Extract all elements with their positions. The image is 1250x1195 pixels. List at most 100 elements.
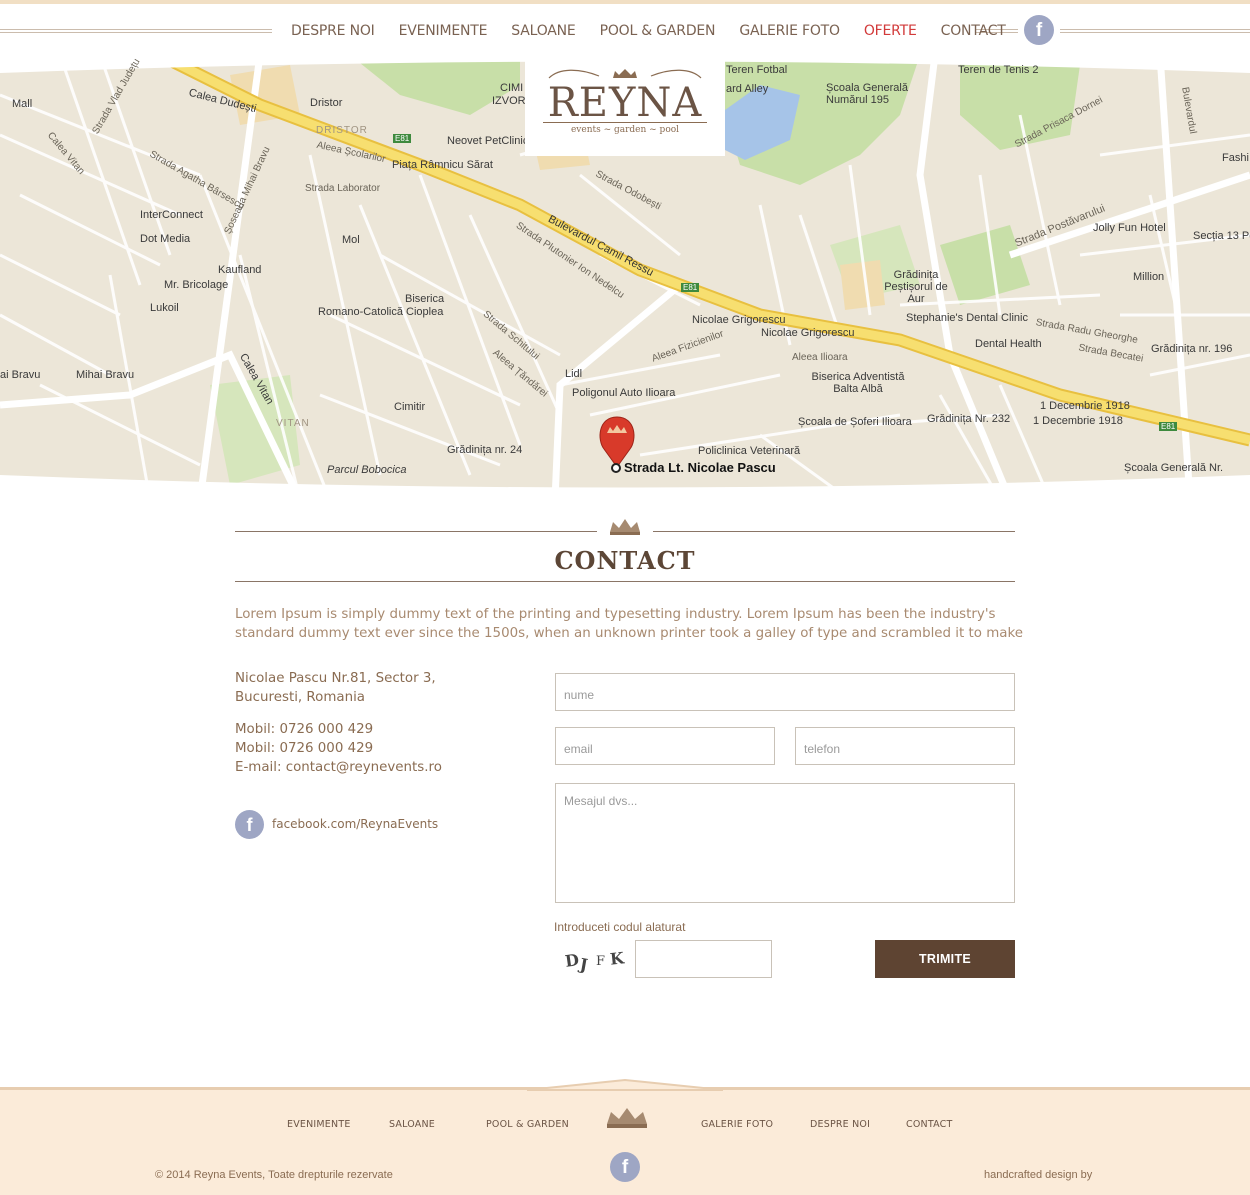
map-label: Neovet PetClinic bbox=[447, 135, 529, 147]
facebook-icon[interactable]: f bbox=[610, 1152, 640, 1182]
map-label: E81 bbox=[393, 134, 412, 143]
facebook-link[interactable]: facebook.com/ReynaEvents bbox=[272, 817, 438, 831]
map-label: Biserica bbox=[405, 293, 445, 305]
map-label: Nicolae Grigorescu bbox=[692, 314, 786, 326]
crown-icon bbox=[607, 1108, 647, 1128]
map-label: Policlinica Veterinară bbox=[698, 445, 801, 457]
nav-despre-noi[interactable]: DESPRE NOI bbox=[279, 18, 387, 44]
map-label: Strada Laborator bbox=[305, 183, 381, 194]
address-line-2: Bucuresti, Romania bbox=[235, 690, 365, 705]
name-field[interactable]: nume bbox=[555, 673, 1015, 711]
facebook-icon[interactable]: f bbox=[235, 810, 264, 839]
map-label: Secția 13 Po bbox=[1193, 230, 1250, 242]
nav-galerie-foto[interactable]: GALERIE FOTO bbox=[727, 18, 851, 44]
design-credit: handcrafted design by bbox=[984, 1169, 1093, 1181]
nav-saloane[interactable]: SALOANE bbox=[499, 18, 587, 44]
captcha-char: J bbox=[578, 954, 590, 975]
map-label: Mihai Bravu bbox=[76, 369, 135, 381]
map-label: Mr. Bricolage bbox=[164, 279, 229, 291]
map-label-pin-street: Strada Lt. Nicolae Pascu bbox=[624, 460, 776, 475]
map-label: Stephanie's Dental Clinic bbox=[906, 312, 1028, 324]
map-label: Teren de Tenis 2 bbox=[958, 64, 1039, 76]
nav-divider-far-right bbox=[1060, 29, 1250, 33]
map-label: Aleea Ilioara bbox=[792, 352, 848, 363]
captcha-char: F bbox=[596, 954, 606, 969]
logo-tagline: events ~ garden ~ pool bbox=[570, 125, 680, 135]
nav-divider-left bbox=[0, 29, 272, 33]
map-label: Fashi bbox=[1222, 152, 1249, 164]
nav-evenimente[interactable]: EVENIMENTE bbox=[387, 18, 500, 44]
message-textarea[interactable]: Mesajul dvs... bbox=[555, 783, 1015, 903]
captcha-input[interactable] bbox=[635, 940, 772, 978]
phone-field[interactable]: telefon bbox=[795, 727, 1015, 765]
map-label: Lidl bbox=[565, 368, 583, 380]
title-underline bbox=[235, 581, 1015, 582]
map-label: 1 Decembrie 1918 bbox=[1040, 400, 1130, 412]
footer-link-pool-garden[interactable]: POOL & GARDEN bbox=[486, 1119, 569, 1130]
map-label: Școala Generală Nr. bbox=[1124, 462, 1224, 474]
main-nav: DESPRE NOI EVENIMENTE SALOANE POOL & GAR… bbox=[279, 18, 1018, 44]
map-label: Cimitir bbox=[394, 401, 426, 413]
map-label: Dristor bbox=[310, 97, 343, 109]
nav-pool-garden[interactable]: POOL & GARDEN bbox=[588, 18, 728, 44]
footer-link-evenimente[interactable]: EVENIMENTE bbox=[287, 1119, 351, 1130]
map-label: ard Alley bbox=[726, 83, 769, 95]
footer-link-contact[interactable]: CONTACT bbox=[906, 1119, 952, 1130]
map-label: E81 bbox=[681, 283, 700, 292]
map-label: Lukoil bbox=[150, 302, 179, 314]
section-divider bbox=[235, 519, 1015, 535]
email-field[interactable]: email bbox=[555, 727, 775, 765]
map-label: VITAN bbox=[276, 418, 310, 429]
copyright-text: © 2014 Reyna Events, Toate drepturile re… bbox=[155, 1169, 393, 1181]
map-label: Romano-Catolică Cioplea bbox=[318, 306, 444, 318]
map-label: CIMI bbox=[500, 82, 524, 94]
footer-link-saloane[interactable]: SALOANE bbox=[389, 1119, 435, 1130]
mobile-phone-1[interactable]: Mobil: 0726 000 429 bbox=[235, 720, 373, 739]
mobile-phone-2[interactable]: Mobil: 0726 000 429 bbox=[235, 739, 373, 758]
captcha-label: Introduceti codul alaturat bbox=[554, 920, 686, 934]
map-label: InterConnect bbox=[140, 209, 203, 221]
reyna-logo[interactable]: REYNA events ~ garden ~ pool bbox=[525, 56, 725, 156]
submit-button[interactable]: TRIMITE bbox=[875, 940, 1015, 978]
email-address[interactable]: E-mail: contact@reynevents.ro bbox=[235, 758, 442, 777]
address-line-1: Nicolae Pascu Nr.81, Sector 3, bbox=[235, 671, 436, 686]
footer-link-galerie-foto[interactable]: GALERIE FOTO bbox=[701, 1119, 773, 1130]
logo-name: REYNA bbox=[547, 80, 703, 126]
captcha-image: D J F K bbox=[560, 945, 630, 975]
map-label: Poligonul Auto Ilioara bbox=[572, 387, 676, 399]
divider-line-left bbox=[235, 531, 597, 532]
divider-line-right bbox=[653, 531, 1015, 532]
nav-contact[interactable]: CONTACT bbox=[929, 18, 1018, 44]
map-label: 1 Decembrie 1918 bbox=[1033, 415, 1123, 427]
map-label: Teren Fotbal bbox=[726, 64, 788, 76]
map-label: Jolly Fun Hotel bbox=[1093, 222, 1166, 234]
map-label: Kaufland bbox=[218, 264, 262, 276]
map-label: Nicolae Grigorescu bbox=[761, 327, 855, 339]
map-label: Parcul Bobocica bbox=[327, 464, 407, 476]
logo-divider bbox=[543, 122, 707, 123]
facebook-icon[interactable]: f bbox=[1024, 15, 1054, 45]
map-label: Școala Generală Numărul 195 bbox=[826, 82, 908, 106]
map-label: Grădinița nr. 196 bbox=[1151, 343, 1233, 355]
map-label: IZVOR bbox=[492, 95, 526, 107]
captcha-char: K bbox=[609, 948, 625, 969]
map-label: Dot Media bbox=[140, 233, 191, 245]
top-accent-line bbox=[0, 0, 1250, 4]
map-label: DRISTOR bbox=[316, 125, 368, 136]
map-label: Mol bbox=[342, 234, 360, 246]
map-label: Grădinița Peștișorul de Aur bbox=[884, 269, 948, 305]
map-label: Mall bbox=[12, 98, 33, 110]
map-label: Grădinița nr. 24 bbox=[447, 444, 523, 456]
nav-oferte[interactable]: OFERTE bbox=[852, 18, 929, 44]
intro-text: Lorem Ipsum is simply dummy text of the … bbox=[235, 607, 1023, 641]
map-label: Biserica Adventistă Balta Albă bbox=[811, 371, 905, 395]
captcha-char: D bbox=[563, 950, 581, 971]
map-label: Dental Health bbox=[975, 338, 1042, 350]
crown-icon bbox=[610, 519, 640, 535]
map-label: Million bbox=[1133, 271, 1165, 283]
map-label: Școala de Șoferi Ilioara bbox=[798, 416, 912, 428]
map-label: Grădinița Nr. 232 bbox=[927, 413, 1011, 425]
footer-peak bbox=[527, 1079, 723, 1091]
page-title: CONTACT bbox=[554, 546, 696, 575]
footer-link-despre-noi[interactable]: DESPRE NOI bbox=[810, 1119, 870, 1130]
